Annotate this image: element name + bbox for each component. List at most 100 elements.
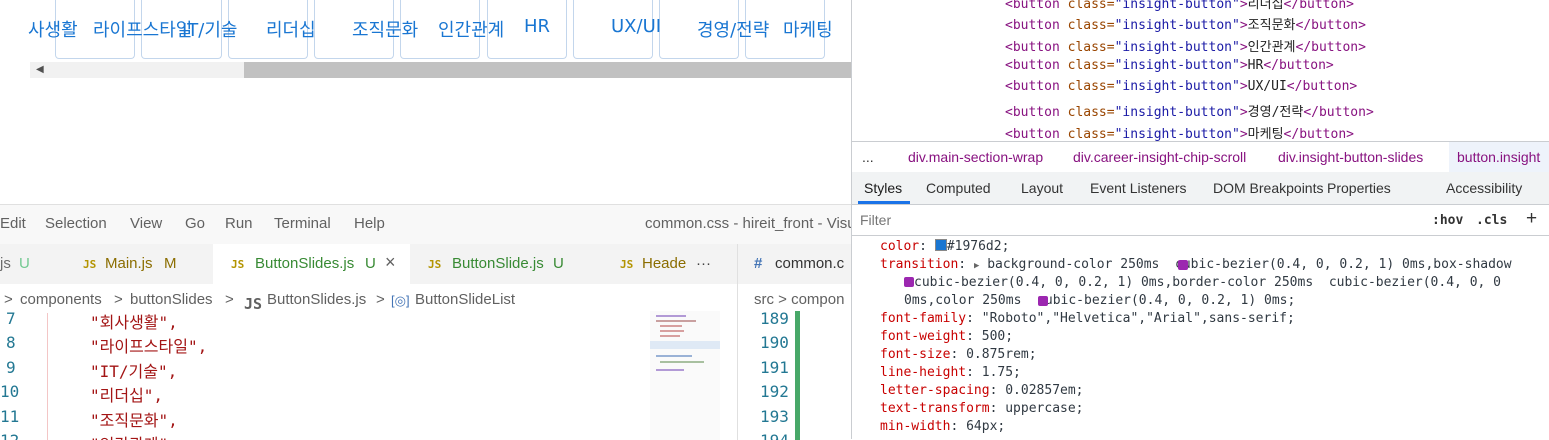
scrollbar-thumb[interactable] [244, 62, 851, 78]
breadcrumb-symbol[interactable]: ButtonSlideList [415, 291, 515, 308]
tab-js[interactable]: js U [0, 244, 65, 284]
menu-edit[interactable]: Edit [0, 215, 26, 232]
more-icon[interactable]: ... [862, 149, 874, 165]
active-tab-indicator [858, 201, 910, 204]
tab-label: Heade [642, 255, 687, 272]
dom-node[interactable]: <button class="insight-button">마케팅</butt… [1005, 123, 1354, 142]
tab-label: ButtonSlides.js [255, 255, 355, 272]
hov-toggle[interactable]: :hov [1432, 213, 1463, 228]
code-line[interactable]: "회사생활", [90, 309, 178, 333]
css-file-icon: # [754, 255, 763, 272]
tab-label: Main.js [105, 255, 153, 272]
line-number: 193 [760, 407, 789, 426]
dom-tree: <button class="insight-button">리더십</butt… [852, 0, 1549, 142]
chip-label: 라이프스타일 [93, 20, 193, 41]
breadcrumb-file[interactable]: ButtonSlides.js [267, 291, 366, 308]
tab-common-css[interactable]: # common.c [737, 244, 851, 284]
code-editor: Edit Selection View Go Run Terminal Help… [0, 204, 851, 440]
css-property[interactable]: text-transform: uppercase; [880, 401, 1084, 416]
tab-accessibility[interactable]: Accessibility [1446, 180, 1522, 196]
css-property[interactable]: font-family: "Roboto","Helvetica","Arial… [880, 311, 1295, 326]
menu-go[interactable]: Go [185, 215, 205, 232]
css-property[interactable]: color: #1976d2; [880, 239, 1009, 254]
dom-node[interactable]: <button class="insight-button">HR</butto… [1005, 58, 1334, 73]
tab-buttonslides-js[interactable]: JS ButtonSlides.js U × [213, 244, 410, 284]
close-icon[interactable]: × [385, 252, 396, 273]
tab-properties[interactable]: Properties [1327, 180, 1391, 196]
breadcrumb-css[interactable]: src > compon [754, 291, 844, 308]
css-property-continued: 0ms,color 250ms cubic-bezier(0.4, 0, 0.2… [904, 293, 1296, 308]
line-number: 189 [760, 309, 789, 328]
code-line[interactable]: "라이프스타일", [90, 333, 207, 357]
dom-node[interactable]: <button class="insight-button">리더십</butt… [1005, 0, 1354, 12]
css-property[interactable]: font-weight: 500; [880, 329, 1013, 344]
tab-computed[interactable]: Computed [926, 180, 991, 196]
dom-crumb[interactable]: div.insight-button-slides [1278, 149, 1423, 165]
code-line[interactable]: "IT/기술", [90, 358, 177, 382]
variable-icon: [◎] [391, 293, 410, 308]
code-line[interactable]: "리더십", [90, 382, 163, 406]
dom-crumb-selected[interactable]: button.insight [1457, 149, 1540, 165]
window-title: common.css - hireit_front - Visu [645, 215, 851, 232]
color-swatch-icon[interactable] [934, 239, 947, 251]
tab-styles[interactable]: Styles [864, 180, 902, 196]
dom-node[interactable]: <button class="insight-button">경영/전략</bu… [1005, 101, 1374, 120]
new-style-rule-button[interactable]: + [1526, 208, 1537, 230]
expand-triangle-icon[interactable]: ▶ [974, 261, 979, 271]
styles-filter-bar: :hov .cls + [852, 205, 1549, 236]
css-property[interactable]: line-height: 1.75; [880, 365, 1021, 380]
breadcrumb-sep: > [114, 291, 123, 308]
more-icon: ··· [696, 255, 711, 272]
tab-status: U [365, 255, 376, 272]
tab-status: U [19, 255, 30, 272]
menu-terminal[interactable]: Terminal [274, 215, 331, 232]
bezier-editor-icon[interactable] [1178, 260, 1188, 270]
css-property[interactable]: min-width: 64px; [880, 419, 1005, 434]
js-file-icon: JS [428, 258, 442, 271]
dom-node[interactable]: <button class="insight-button">인간관계</but… [1005, 36, 1366, 55]
menu-run[interactable]: Run [225, 215, 253, 232]
chip-label: 조직문화 [352, 20, 419, 41]
code-line[interactable]: "조직문화", [90, 407, 178, 431]
menu-view[interactable]: View [130, 215, 162, 232]
tab-header-js[interactable]: JS Heade [602, 244, 692, 284]
js-file-icon: JS [620, 258, 634, 271]
git-change-bar [795, 311, 800, 440]
tab-event-listeners[interactable]: Event Listeners [1090, 180, 1187, 196]
page-preview: 사생활 라이프스타일 IT/기술 리더십 조직문화 인간관계 HR UX/UI … [0, 0, 851, 204]
dom-breadcrumbs: ... div.main-section-wrap div.career-ins… [852, 141, 1549, 173]
line-number: 11 [0, 407, 20, 426]
menu-help[interactable]: Help [354, 215, 385, 232]
breadcrumb-sep: > [376, 291, 385, 308]
bezier-editor-icon[interactable] [904, 277, 914, 287]
dom-node[interactable]: <button class="insight-button">조직문화</but… [1005, 14, 1366, 33]
js-file-icon: JS [244, 295, 263, 313]
chip-label: 경영/전략 [697, 20, 770, 41]
tab-dom-breakpoints[interactable]: DOM Breakpoints [1213, 180, 1323, 196]
css-property[interactable]: transition: ▶ background-color 250ms cub… [880, 257, 1512, 272]
more-tabs-button[interactable]: ··· [696, 244, 726, 284]
dom-crumb[interactable]: div.main-section-wrap [908, 149, 1043, 165]
menu-selection[interactable]: Selection [45, 215, 107, 232]
tab-layout[interactable]: Layout [1021, 180, 1063, 196]
scroll-left-arrow-icon[interactable]: ◀ [36, 64, 46, 76]
minimap[interactable] [650, 311, 720, 440]
breadcrumb-buttonslides[interactable]: buttonSlides [130, 291, 213, 308]
js-file-icon: JS [231, 258, 245, 271]
line-number: 7 [6, 309, 16, 328]
chip-label: 인간관계 [438, 20, 505, 41]
dom-node[interactable]: <button class="insight-button">UX/UI</bu… [1005, 79, 1357, 94]
tab-label: js [0, 255, 11, 272]
breadcrumb-components[interactable]: components [20, 291, 102, 308]
cls-toggle[interactable]: .cls [1476, 213, 1507, 228]
dom-crumb[interactable]: div.career-insight-chip-scroll [1073, 149, 1246, 165]
css-property[interactable]: font-size: 0.875rem; [880, 347, 1037, 362]
styles-filter-input[interactable] [858, 209, 1422, 231]
indent-guide [47, 313, 48, 440]
css-property-continued: cubic-bezier(0.4, 0, 0.2, 1) 0ms,border-… [904, 275, 1501, 290]
css-property[interactable]: letter-spacing: 0.02857em; [880, 383, 1084, 398]
bezier-editor-icon[interactable] [1038, 296, 1048, 306]
tab-main-js[interactable]: JS Main.js M [65, 244, 213, 284]
devtools-panel: <button class="insight-button">리더십</butt… [851, 0, 1549, 439]
tab-buttonslide-js[interactable]: JS ButtonSlide.js U [410, 244, 602, 284]
